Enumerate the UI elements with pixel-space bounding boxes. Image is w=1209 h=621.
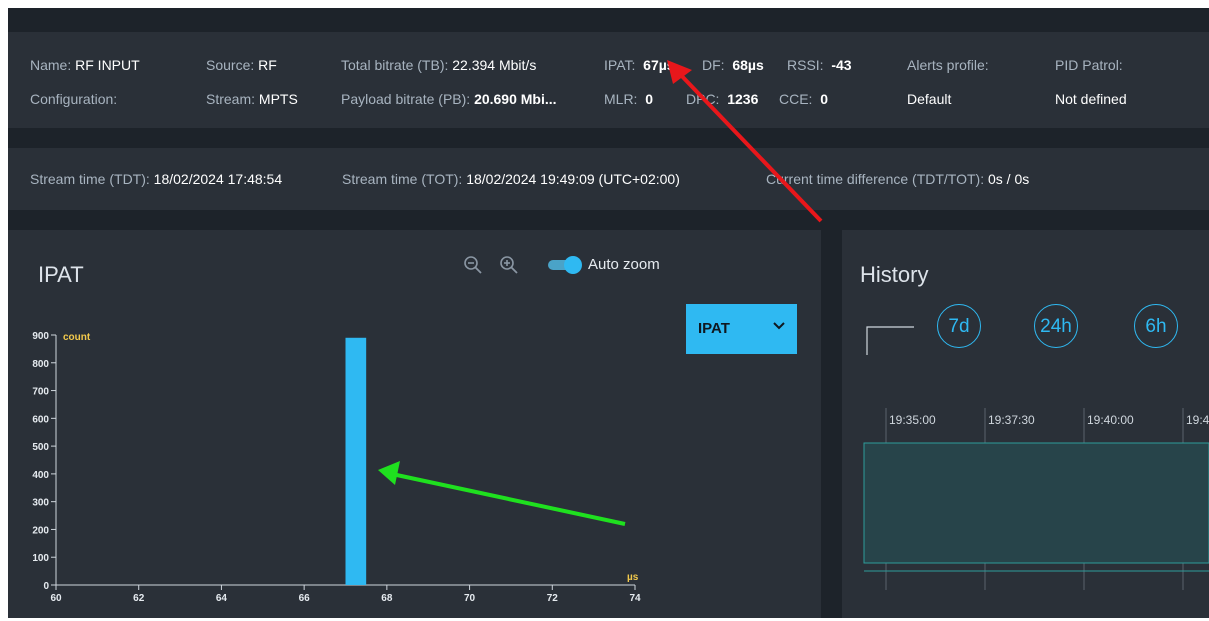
alerts-profile-label: Alerts profile: <box>907 57 989 73</box>
y-axis-title: count <box>63 332 91 343</box>
y-tick-label: 300 <box>32 498 49 509</box>
y-tick-label: 0 <box>43 581 49 592</box>
rssi-metric: RSSI: -43 <box>787 57 852 73</box>
x-tick-label: 70 <box>464 593 476 604</box>
stream-time-tot: Stream time (TOT): 18/02/2024 19:49:09 (… <box>342 171 680 187</box>
total-bitrate: Total bitrate (TB): 22.394 Mbit/s <box>341 57 537 73</box>
stream-name-value: RF INPUT <box>75 57 140 73</box>
y-tick-label: 900 <box>32 331 49 342</box>
mlr-metric: MLR: 0 <box>604 91 654 107</box>
y-tick-label: 700 <box>32 387 49 398</box>
cce-metric: CCE: 0 <box>779 91 829 107</box>
stream-info-bar: Name: RF INPUT Configuration: Source: RF… <box>8 32 1209 128</box>
configuration-label: Configuration: <box>30 91 118 107</box>
df-metric: DF: 68µs <box>702 57 764 73</box>
timeline-label: 19:4 <box>1186 413 1209 427</box>
history-panel: History 7d 24h 6h 19:35:00 19:37:30 19:4… <box>842 230 1209 618</box>
y-tick-label: 500 <box>32 442 49 453</box>
y-tick-label: 100 <box>32 553 49 564</box>
stream-time-tdt: Stream time (TDT): 18/02/2024 17:48:54 <box>30 171 283 187</box>
stream-type: Stream: MPTS <box>206 91 298 107</box>
pid-patrol-value[interactable]: Not defined <box>1055 91 1127 107</box>
y-tick-label: 800 <box>32 359 49 370</box>
x-tick-label: 66 <box>299 593 311 604</box>
x-tick-label: 68 <box>381 593 393 604</box>
y-tick-label: 400 <box>32 470 49 481</box>
time-difference: Current time difference (TDT/TOT): 0s / … <box>766 171 1030 187</box>
app-frame: Name: RF INPUT Configuration: Source: RF… <box>8 8 1209 618</box>
y-tick-label: 600 <box>32 414 49 425</box>
payload-bitrate: Payload bitrate (PB): 20.690 Mbi... <box>341 91 557 107</box>
histogram-bar <box>345 337 367 585</box>
x-tick-label: 74 <box>629 593 641 604</box>
x-axis-title: µs <box>627 572 639 583</box>
pid-patrol-label: PID Patrol: <box>1055 57 1123 73</box>
timeline-label: 19:37:30 <box>988 413 1035 427</box>
x-tick-label: 72 <box>547 593 559 604</box>
x-tick-label: 64 <box>216 593 228 604</box>
alerts-profile-value[interactable]: Default <box>907 91 951 107</box>
ipat-metric: IPAT: 67µs <box>604 57 675 73</box>
timeline-label: 19:40:00 <box>1087 413 1134 427</box>
stream-time-bar: Stream time (TDT): 18/02/2024 17:48:54 S… <box>8 148 1209 210</box>
stream-name: Name: RF INPUT <box>30 57 140 73</box>
x-tick-label: 62 <box>133 593 145 604</box>
y-tick-label: 200 <box>32 525 49 536</box>
ipat-histogram-chart: 0 100 200 300 400 500 600 700 800 900 60 62 64 66 68 70… <box>32 331 641 604</box>
x-tick-label: 60 <box>50 593 62 604</box>
timeline-label: 19:35:00 <box>889 413 936 427</box>
dpc-metric: DPC: 1236 <box>686 91 759 107</box>
ipat-panel: IPAT Auto zoom IPAT 0 100 200 300 400 500 600 7… <box>8 230 821 618</box>
stream-source: Source: RF <box>206 57 277 73</box>
